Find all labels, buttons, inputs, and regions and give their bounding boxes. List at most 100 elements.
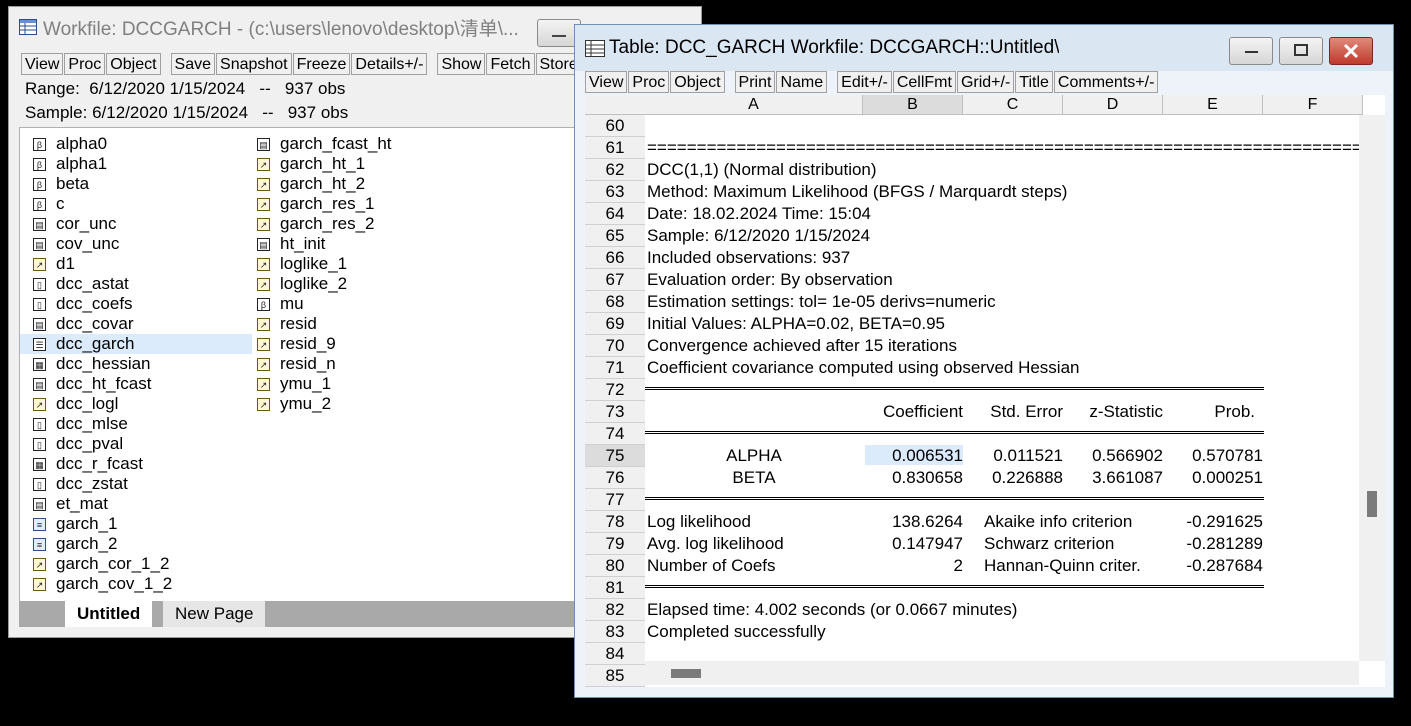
cell-a68[interactable]: Estimation settings: tol= 1e-05 derivs=n… [647, 291, 996, 313]
object-item-d1[interactable]: ↗ d1 [20, 254, 252, 274]
tbl-title-button[interactable]: Title [1015, 71, 1053, 93]
object-item-dcc_r_fcast[interactable]: ▦ dcc_r_fcast [20, 454, 252, 474]
cell-a83[interactable]: Completed successfully [647, 621, 826, 643]
object-item-garch_res_1[interactable]: ↗ garch_res_1 [244, 194, 476, 214]
tbl-cellfmt-button[interactable]: CellFmt [892, 71, 956, 93]
se-beta[interactable]: 0.226888 [963, 467, 1063, 489]
table-maximize-button[interactable] [1279, 37, 1323, 65]
wf-freeze-button[interactable]: Freeze [292, 53, 351, 75]
row-header-72[interactable]: 72 [585, 379, 645, 401]
row-header-77[interactable]: 77 [585, 489, 645, 511]
row-header-69[interactable]: 69 [585, 313, 645, 335]
tbl-grid-button[interactable]: Grid+/- [956, 71, 1015, 93]
header-std-error[interactable]: Std. Error [963, 401, 1063, 423]
object-item-garch_fcast_ht[interactable]: ▤ garch_fcast_ht [244, 134, 476, 154]
row-header-71[interactable]: 71 [585, 357, 645, 379]
header-z-statistic[interactable]: z-Statistic [1063, 401, 1163, 423]
object-item-ymu_1[interactable]: ↗ ymu_1 [244, 374, 476, 394]
object-item-ymu_2[interactable]: ↗ ymu_2 [244, 394, 476, 414]
wf-proc-button[interactable]: Proc [64, 53, 106, 75]
object-item-ht_init[interactable]: ▤ ht_init [244, 234, 476, 254]
object-item-garch_2[interactable]: ≡ garch_2 [20, 534, 252, 554]
header-coefficient[interactable]: Coefficient [863, 401, 963, 423]
horizontal-scroll-thumb[interactable] [671, 669, 701, 678]
stat-label-loglik[interactable]: Log likelihood [647, 511, 751, 533]
tab-new-page[interactable]: New Page [163, 601, 266, 627]
object-item-beta[interactable]: β beta [20, 174, 252, 194]
stat-label-avgloglik[interactable]: Avg. log likelihood [647, 533, 784, 555]
tbl-proc-button[interactable]: Proc [628, 71, 670, 93]
z-alpha[interactable]: 0.566902 [1063, 445, 1163, 467]
row-header-67[interactable]: 67 [585, 269, 645, 291]
row-header-82[interactable]: 82 [585, 599, 645, 621]
p-beta[interactable]: 0.000251 [1163, 467, 1263, 489]
object-item-cov_unc[interactable]: ▤ cov_unc [20, 234, 252, 254]
wf-fetch-button[interactable]: Fetch [486, 53, 535, 75]
coef-alpha[interactable]: 0.006531 [863, 445, 963, 467]
cell-a64[interactable]: Date: 18.02.2024 Time: 15:04 [647, 203, 871, 225]
row-header-74[interactable]: 74 [585, 423, 645, 445]
table-minimize-button[interactable] [1229, 37, 1273, 65]
row-header-68[interactable]: 68 [585, 291, 645, 313]
stat-value-schwarz[interactable]: -0.281289 [1163, 533, 1263, 555]
cell-a70[interactable]: Convergence achieved after 15 iterations [647, 335, 957, 357]
row-header-65[interactable]: 65 [585, 225, 645, 247]
wf-save-button[interactable]: Save [170, 53, 216, 75]
tbl-print-button[interactable]: Print [734, 71, 776, 93]
vertical-scroll-thumb[interactable] [1367, 491, 1377, 517]
object-item-alpha1[interactable]: β alpha1 [20, 154, 252, 174]
workfile-range[interactable]: Range: 6/12/2020 1/15/2024 -- 937 obs [25, 79, 345, 99]
row-header-64[interactable]: 64 [585, 203, 645, 225]
object-item-dcc_covar[interactable]: ▤ dcc_covar [20, 314, 252, 334]
cell-a65[interactable]: Sample: 6/12/2020 1/15/2024 [647, 225, 870, 247]
object-item-dcc_logl[interactable]: ↗ dcc_logl [20, 394, 252, 414]
z-beta[interactable]: 3.661087 [1063, 467, 1163, 489]
row-header-66[interactable]: 66 [585, 247, 645, 269]
wf-details-button[interactable]: Details+/- [351, 53, 428, 75]
stat-label-hq[interactable]: Hannan-Quinn criter. [984, 555, 1141, 577]
object-item-et_mat[interactable]: ▤ et_mat [20, 494, 252, 514]
tbl-name-button[interactable]: Name [776, 71, 828, 93]
cell-a82[interactable]: Elapsed time: 4.002 seconds (or 0.0667 m… [647, 599, 1017, 621]
stat-value-hq[interactable]: -0.287684 [1163, 555, 1263, 577]
stat-value-ncoefs[interactable]: 2 [863, 555, 963, 577]
object-item-loglike_2[interactable]: ↗ loglike_2 [244, 274, 476, 294]
row-header-76[interactable]: 76 [585, 467, 645, 489]
column-header-e[interactable]: E [1163, 95, 1263, 115]
object-item-resid_n[interactable]: ↗ resid_n [244, 354, 476, 374]
wf-snapshot-button[interactable]: Snapshot [216, 53, 292, 75]
stat-label-ncoefs[interactable]: Number of Coefs [647, 555, 776, 577]
column-header-d[interactable]: D [1063, 95, 1163, 115]
cell-a63[interactable]: Method: Maximum Likelihood (BFGS / Marqu… [647, 181, 1067, 203]
row-header-61[interactable]: 61 [585, 137, 645, 159]
cell-a71[interactable]: Coefficient covariance computed using ob… [647, 357, 1080, 379]
object-item-resid[interactable]: ↗ resid [244, 314, 476, 334]
object-item-dcc_pval[interactable]: ▯ dcc_pval [20, 434, 252, 454]
object-item-dcc_zstat[interactable]: ▯ dcc_zstat [20, 474, 252, 494]
object-list[interactable]: β alpha0 β alpha1 β beta β c ▤ cor_unc ▤ cov_unc ↗ d1… [19, 127, 583, 603]
object-item-resid_9[interactable]: ↗ resid_9 [244, 334, 476, 354]
object-item-cor_unc[interactable]: ▤ cor_unc [20, 214, 252, 234]
cell-a66[interactable]: Included observations: 937 [647, 247, 850, 269]
cell-a62[interactable]: DCC(1,1) (Normal distribution) [647, 159, 877, 181]
row-header-79[interactable]: 79 [585, 533, 645, 555]
stat-value-avgloglik[interactable]: 0.147947 [863, 533, 963, 555]
column-header-c[interactable]: C [963, 95, 1063, 115]
tbl-edit-button[interactable]: Edit+/- [837, 71, 892, 93]
object-item-dcc_garch[interactable]: ☰ dcc_garch [20, 334, 252, 354]
object-item-loglike_1[interactable]: ↗ loglike_1 [244, 254, 476, 274]
coef-name-beta[interactable]: BETA [645, 467, 863, 489]
column-header-f[interactable]: F [1263, 95, 1363, 115]
tbl-comments-button[interactable]: Comments+/- [1053, 71, 1159, 93]
row-header-85[interactable]: 85 [585, 665, 645, 687]
separator-line[interactable]: ========================================… [647, 137, 1359, 159]
row-header-60[interactable]: 60 [585, 115, 645, 137]
coef-name-alpha[interactable]: ALPHA [645, 445, 863, 467]
row-header-78[interactable]: 78 [585, 511, 645, 533]
row-header-62[interactable]: 62 [585, 159, 645, 181]
wf-view-button[interactable]: View [21, 53, 64, 75]
tbl-view-button[interactable]: View [585, 71, 628, 93]
object-item-garch_ht_1[interactable]: ↗ garch_ht_1 [244, 154, 476, 174]
table-close-button[interactable] [1329, 37, 1373, 65]
object-item-alpha0[interactable]: β alpha0 [20, 134, 252, 154]
